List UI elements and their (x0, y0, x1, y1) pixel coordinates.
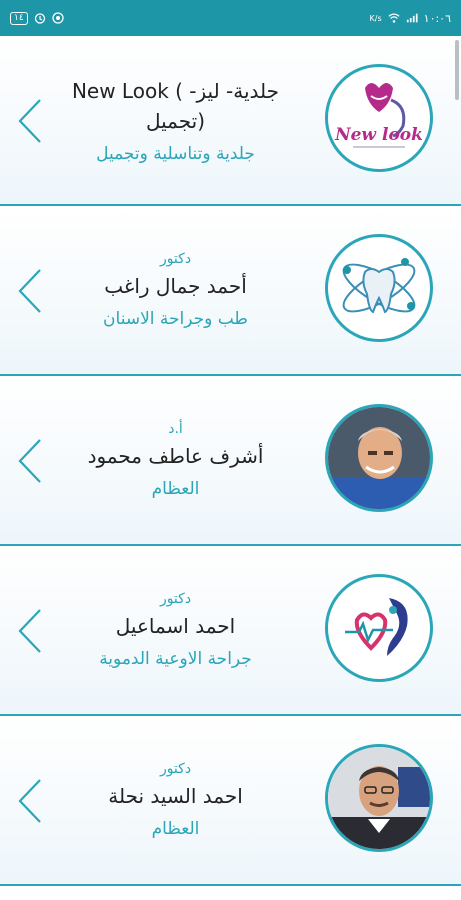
chevron-left-icon[interactable] (14, 96, 44, 146)
doctor-title: دكتور (159, 761, 192, 777)
doctor-specialty: العظام (151, 479, 200, 499)
doctor-info: أ.د أشرف عاطف محمود العظام (50, 376, 301, 544)
network-speed: K/s (369, 13, 382, 23)
doctor-name: أحمد جمال راغب (104, 274, 247, 298)
doctor-info: دكتور احمد اسماعيل جراحة الاوعية الدموية (50, 546, 301, 714)
chevron-left-icon[interactable] (14, 776, 44, 826)
vascular-logo (325, 574, 433, 682)
scrollbar[interactable] (455, 40, 459, 100)
signal-icon (406, 12, 418, 24)
alarm-icon (34, 12, 46, 24)
clock: ١٠:٠٦ (423, 11, 451, 25)
chevron-left-icon[interactable] (14, 266, 44, 316)
doctor-title: أ.د (168, 421, 183, 437)
doctor-info: دكتور احمد السيد نحلة العظام (50, 716, 301, 884)
doctor-card[interactable]: أ.د أشرف عاطف محمود العظام (0, 376, 461, 546)
doctor-title: دكتور (159, 251, 192, 267)
doctor-specialty: جلدية وتناسلية وتجميل (96, 144, 255, 164)
doctor-title: دكتور (159, 591, 192, 607)
doctor-specialty: جراحة الاوعية الدموية (99, 649, 252, 669)
tooth-atom-icon (325, 234, 433, 342)
doctor-info: جلدية- ليز- ) New Look (تجميل جلدية وتنا… (50, 36, 301, 204)
doctor-photo (325, 744, 433, 852)
doctor-card[interactable]: دكتور احمد السيد نحلة العظام (0, 716, 461, 886)
battery-icon: ١٤ (10, 11, 28, 25)
wifi-icon (388, 12, 400, 24)
chevron-left-icon[interactable] (14, 436, 44, 486)
doctor-specialty: طب وجراحة الاسنان (103, 309, 248, 329)
doctor-specialty: العظام (151, 819, 200, 839)
newlook-logo: New look (325, 64, 433, 172)
doctor-card[interactable]: New look جلدية- ليز- ) New Look (تجميل ج… (0, 36, 461, 206)
doctor-name: احمد اسماعيل (115, 614, 236, 638)
doctor-photo (325, 404, 433, 512)
doctor-card[interactable]: دكتور احمد اسماعيل جراحة الاوعية الدموية (0, 546, 461, 716)
chevron-left-icon[interactable] (14, 606, 44, 656)
doctor-card[interactable]: دكتور أحمد جمال راغب طب وجراحة الاسنان (0, 206, 461, 376)
doctor-name: أشرف عاطف محمود (87, 444, 264, 468)
doctor-name: جلدية- ليز- ) New Look (تجميل (71, 79, 280, 133)
logo-text: New look (334, 125, 423, 145)
status-bar: ١٤ K/s ١٠:٠٦ (0, 0, 461, 36)
doctor-list[interactable]: New look جلدية- ليز- ) New Look (تجميل ج… (0, 36, 461, 900)
whatsapp-icon (52, 12, 64, 24)
doctor-name: احمد السيد نحلة (108, 784, 243, 808)
doctor-info: دكتور أحمد جمال راغب طب وجراحة الاسنان (50, 206, 301, 374)
